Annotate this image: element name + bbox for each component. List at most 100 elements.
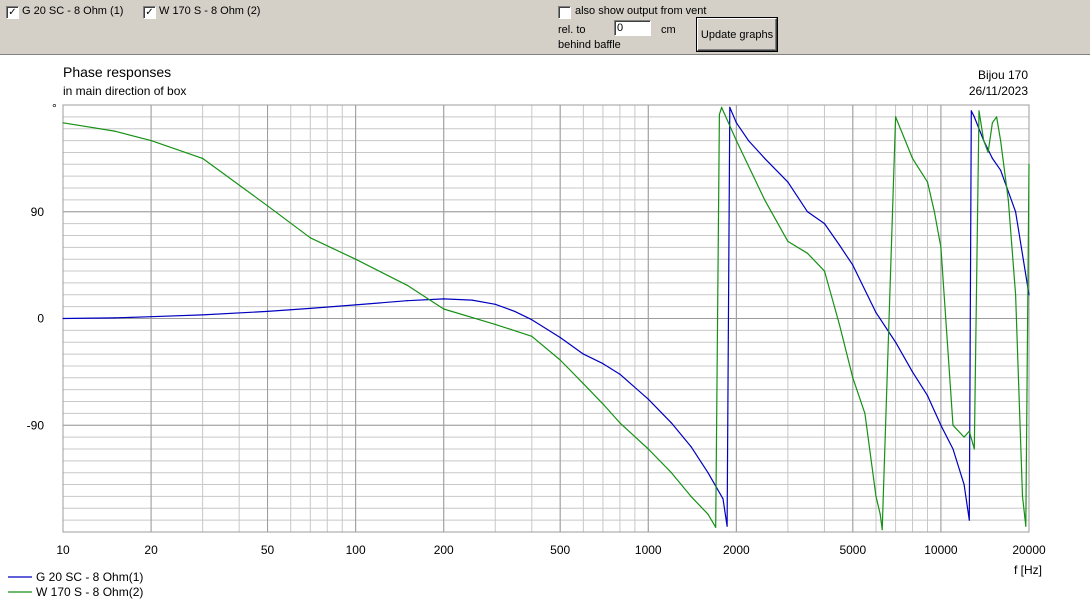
data-point-series1 [926,395,929,397]
data-point-series1 [647,398,649,400]
toolbar: ✓ G 20 SC - 8 Ohm (1) ✓ W 170 S - 8 Ohm … [0,0,1090,55]
data-point-series1 [952,448,954,450]
unit-label: cm [661,24,676,36]
data-point-series2 [823,270,826,272]
data-point-series2 [911,157,914,159]
data-point-series2 [1021,495,1024,497]
data-point-series2 [721,106,723,108]
data-point-series2 [443,308,445,310]
data-point-series1 [559,336,561,339]
data-point-series2 [963,436,965,438]
x-tick-label: 200 [434,543,454,557]
data-point-series1 [707,472,709,474]
x-tick-label: 20000 [1012,543,1046,557]
data-point-series2 [406,284,408,286]
data-point-series1 [973,116,975,118]
speaker1-checkbox[interactable]: ✓ [6,6,19,19]
data-point-series2 [806,252,809,254]
data-point-series1 [852,264,854,266]
data-point-series1 [582,353,585,355]
behind-baffle-label: behind baffle [558,39,621,51]
data-point-series2 [838,323,841,325]
x-tick-label: 10 [56,543,70,557]
data-point-series2 [987,151,989,153]
data-point-series2 [879,513,881,515]
project-name: Bijou 170 [978,68,1028,82]
data-point-series1 [602,363,604,365]
data-point-series1 [970,110,972,112]
data-point-series2 [670,472,673,474]
chart-subtitle: in main direction of box [63,84,186,98]
y-tick-label: 0 [37,312,44,326]
vent-offset-input[interactable] [614,20,651,36]
data-point-series2 [690,495,692,497]
data-point-series2 [707,513,709,515]
data-point-series2 [1025,525,1027,527]
data-point-series1 [1000,169,1002,171]
data-point-series2 [787,240,789,242]
data-point-series2 [150,140,152,142]
data-point-series2 [1028,163,1030,165]
data-point-series1 [670,422,673,424]
data-point-series2 [619,422,621,424]
data-point-series2 [881,529,883,531]
y-tick-label: -90 [27,418,45,432]
data-point-series2 [952,424,954,426]
data-point-series1 [494,303,496,305]
data-point-series2 [647,448,649,450]
data-point-series2 [202,157,204,159]
data-point-series2 [602,403,604,405]
data-point-series2 [355,258,357,260]
data-point-series1 [309,307,311,309]
data-point-series1 [1015,211,1017,213]
speaker2-checkbox[interactable]: ✓ [143,6,156,19]
x-tick-label: 2000 [723,543,750,557]
data-point-series2 [875,495,877,497]
data-point-series1 [113,317,116,319]
data-point-series2 [933,211,936,213]
vent-output-checkbox[interactable] [558,6,571,19]
data-point-series1 [968,519,970,521]
data-point-series1 [729,106,731,108]
project-date: 26/11/2023 [969,84,1028,98]
data-point-series1 [722,498,724,500]
chart-title: Phase responses [63,64,171,80]
data-point-series1 [895,341,897,343]
data-point-series2 [113,130,116,132]
x-tick-label: 500 [550,543,570,557]
data-point-series1 [940,424,942,426]
rel-to-label: rel. to [558,24,586,36]
data-point-series2 [852,377,854,379]
data-point-series1 [838,244,841,246]
update-graphs-button[interactable]: Update graphs [697,18,777,51]
data-point-series2 [62,122,64,124]
data-point-series2 [735,140,738,142]
data-point-series2 [494,323,496,325]
data-point-series2 [996,116,998,118]
phase-chart: 10 20 50 100 200 500 1000 2000 5000 10000 20000 90 0… [0,55,1090,612]
data-point-series1 [406,300,408,302]
data-point-series1 [735,122,738,124]
data-point-series1 [875,312,877,314]
data-point-series1 [991,157,994,159]
data-point-series2 [718,113,721,116]
data-point-series2 [531,335,533,337]
y-tick-label: 90 [31,205,45,219]
data-point-series2 [309,237,311,239]
data-point-series1 [443,298,445,300]
chart-background [0,55,1090,612]
data-point-series1 [726,525,728,527]
x-tick-label: 50 [261,543,275,557]
data-point-series1 [150,316,152,318]
x-tick-label: 10000 [924,543,958,557]
data-point-series1 [1028,294,1030,296]
x-tick-label: 5000 [839,543,866,557]
x-tick-label: 1000 [635,543,662,557]
data-point-series1 [747,140,750,142]
legend-label-series1: G 20 SC - 8 Ohm(1) [36,570,143,584]
data-point-series1 [963,484,965,486]
data-point-series2 [559,359,561,361]
data-point-series1 [619,373,621,375]
data-point-series1 [531,319,533,321]
data-point-series2 [973,448,975,450]
